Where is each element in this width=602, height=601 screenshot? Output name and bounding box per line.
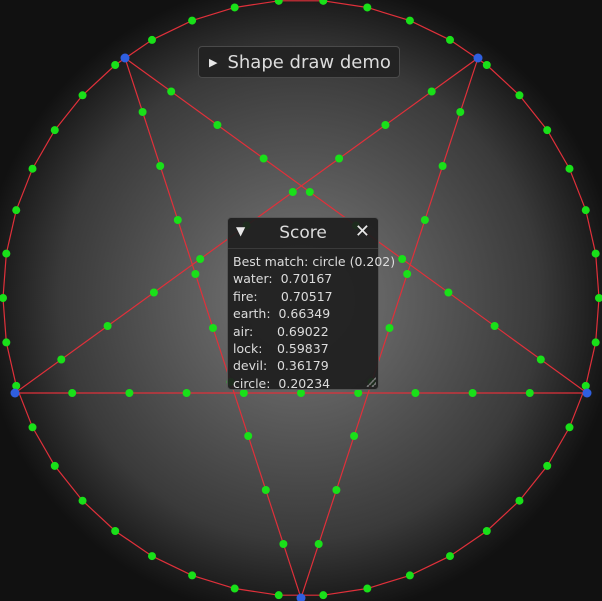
- sample-point: [50, 461, 59, 470]
- sample-point: [288, 188, 297, 196]
- sample-point: [350, 432, 359, 440]
- sample-point: [405, 16, 414, 25]
- sample-point: [50, 126, 59, 135]
- score-row-lock: lock: 0.59837: [233, 341, 329, 357]
- sample-point: [363, 584, 372, 593]
- sample-point: [188, 16, 197, 25]
- score-row-circle: circle: 0.20234: [233, 375, 331, 391]
- sample-point: [565, 423, 574, 432]
- sample-point: [111, 61, 120, 70]
- sample-point: [111, 526, 120, 535]
- sample-point: [12, 206, 21, 215]
- sample-point: [385, 324, 394, 332]
- sample-point: [427, 87, 436, 96]
- score-window[interactable]: ▼ Score ✕ Best match: circle (0.202) wat…: [227, 217, 395, 391]
- sample-point: [438, 162, 447, 170]
- corner-point: [582, 388, 592, 398]
- close-icon[interactable]: ✕: [355, 221, 370, 242]
- corner-point: [473, 53, 483, 63]
- score-row-fire: fire: 0.70517: [233, 288, 333, 304]
- sample-point: [446, 35, 454, 44]
- sample-point: [261, 486, 270, 494]
- sample-point: [515, 91, 524, 100]
- sample-point: [28, 423, 37, 432]
- sample-point: [244, 432, 253, 440]
- sample-point: [12, 381, 21, 390]
- best-match-text: Best match: circle (0.202): [233, 254, 396, 269]
- sample-point: [543, 461, 552, 470]
- sample-point: [305, 188, 314, 196]
- sample-point: [28, 164, 37, 173]
- sample-point: [543, 126, 552, 135]
- sample-point: [2, 338, 11, 347]
- sample-point: [335, 154, 344, 163]
- sample-point: [259, 154, 268, 163]
- sample-point: [581, 206, 590, 215]
- sample-point: [279, 540, 288, 548]
- sample-point: [274, 591, 283, 600]
- sample-point: [490, 322, 499, 330]
- sample-point: [68, 389, 77, 397]
- sample-point: [188, 571, 197, 580]
- demo-button-label: Shape draw demo: [227, 51, 391, 73]
- score-row-earth: earth: 0.66349: [233, 306, 331, 322]
- sample-point: [78, 496, 87, 505]
- sample-point: [167, 87, 176, 96]
- sample-point: [482, 61, 491, 70]
- sample-point: [525, 389, 534, 397]
- sample-point: [314, 540, 323, 548]
- sample-point: [148, 552, 156, 561]
- sample-point: [332, 486, 341, 494]
- score-row-devil: devil: 0.36179: [233, 358, 329, 374]
- sample-point: [191, 270, 200, 278]
- sample-point: [2, 249, 11, 258]
- sample-point: [230, 584, 239, 593]
- sample-point: [230, 3, 239, 12]
- sample-point: [103, 322, 112, 330]
- sample-point: [468, 389, 477, 397]
- sample-point: [446, 552, 454, 561]
- collapse-triangle-icon[interactable]: ▼: [236, 224, 245, 238]
- sample-point: [156, 162, 165, 170]
- sample-point: [591, 338, 600, 347]
- sample-point: [196, 255, 205, 263]
- sample-point: [363, 3, 372, 12]
- sample-point: [420, 216, 429, 224]
- sample-point: [149, 288, 158, 297]
- sample-point: [213, 121, 222, 129]
- sample-point: [78, 91, 87, 100]
- sample-point: [536, 355, 545, 364]
- sample-point: [482, 526, 491, 535]
- sample-point: [182, 389, 191, 397]
- score-list: Best match: circle (0.202) water: 0.7016…: [228, 249, 396, 396]
- sample-point: [125, 389, 134, 397]
- sample-point: [403, 270, 412, 278]
- sample-point: [209, 324, 217, 332]
- resize-grip-icon[interactable]: [366, 377, 376, 387]
- shape-draw-demo-button[interactable]: ▶ Shape draw demo: [198, 46, 400, 78]
- sample-point: [319, 591, 328, 600]
- score-row-water: water: 0.70167: [233, 271, 333, 287]
- corner-point: [120, 53, 130, 63]
- sample-point: [411, 389, 420, 397]
- sample-point: [148, 35, 156, 44]
- sample-point: [381, 121, 390, 129]
- play-triangle-icon: ▶: [209, 55, 218, 69]
- sample-point: [138, 108, 147, 116]
- sample-point: [515, 496, 524, 505]
- sample-point: [565, 164, 574, 173]
- sample-point: [581, 381, 590, 390]
- sample-point: [405, 571, 414, 580]
- sample-point: [398, 255, 407, 263]
- score-window-titlebar[interactable]: ▼ Score ✕: [228, 218, 378, 249]
- sample-point: [444, 288, 453, 297]
- corner-point: [10, 388, 20, 398]
- sample-point: [57, 355, 66, 364]
- sample-point: [591, 249, 600, 258]
- sample-point: [173, 216, 182, 224]
- sample-point: [456, 108, 465, 116]
- score-row-air: air: 0.69022: [233, 323, 329, 339]
